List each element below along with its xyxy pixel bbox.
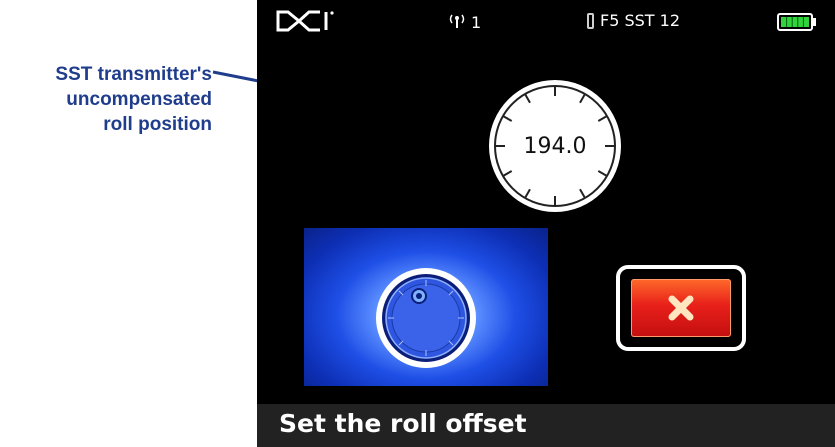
callout-line-2: uncompensated xyxy=(66,89,212,110)
callout-label: SST transmitter's uncompensated roll pos… xyxy=(0,62,212,137)
status-bar: 1 F5 SST 12 xyxy=(257,0,835,46)
device-info-text: F5 SST 12 xyxy=(600,11,680,30)
transmitter-icon xyxy=(587,12,594,29)
close-x-icon xyxy=(668,295,694,321)
cancel-button-face xyxy=(631,279,731,337)
device-screen: 1 F5 SST 12 194.0 Set the roll offset xyxy=(257,0,835,447)
dci-logo xyxy=(275,8,339,38)
battery-full-icon xyxy=(777,13,816,31)
message-text: Set the roll offset xyxy=(279,409,527,438)
device-info: F5 SST 12 xyxy=(587,11,680,30)
roll-value: 194.0 xyxy=(523,133,587,159)
roll-position-dial: 194.0 xyxy=(487,78,623,214)
antenna-signal-icon xyxy=(447,11,467,33)
set-roll-offset-button[interactable] xyxy=(304,228,548,386)
callout-line-1: SST transmitter's xyxy=(55,64,212,85)
message-bar: Set the roll offset xyxy=(257,404,835,447)
roll-dial-confirm-icon xyxy=(376,268,476,368)
signal-indicator: 1 xyxy=(447,11,481,33)
signal-channel: 1 xyxy=(471,12,482,32)
callout-line-3: roll position xyxy=(103,114,212,135)
cancel-button[interactable] xyxy=(616,265,746,351)
